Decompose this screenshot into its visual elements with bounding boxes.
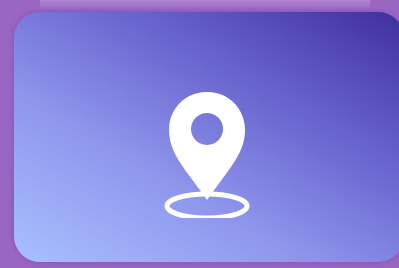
location-pin-icon [161,82,253,218]
window-top-strip [40,0,370,10]
location-card[interactable] [14,12,399,262]
